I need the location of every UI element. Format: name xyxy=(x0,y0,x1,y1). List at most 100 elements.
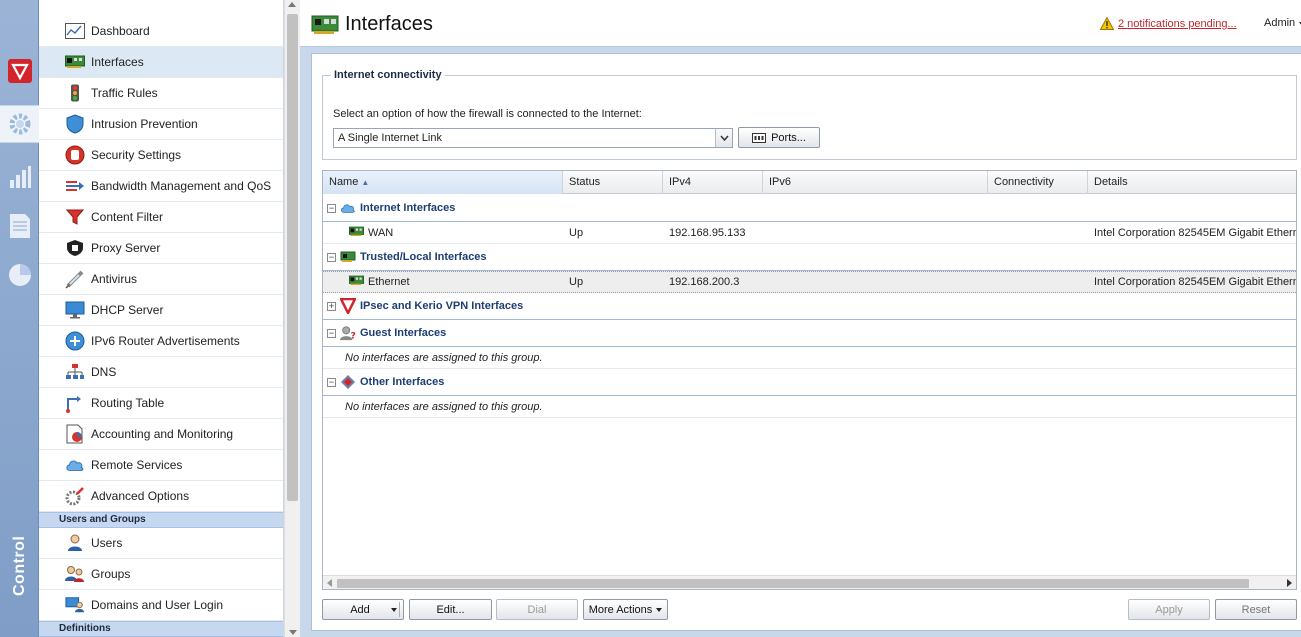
bandwidth-icon xyxy=(65,177,85,195)
sidebar-item-users[interactable]: Users xyxy=(39,528,283,559)
page-header: Interfaces 2 notifications pending... Ad… xyxy=(300,0,1301,47)
grid-horizontal-scrollbar[interactable] xyxy=(323,575,1296,589)
sidebar-item-advanced-options[interactable]: Advanced Options xyxy=(39,481,283,512)
ports-icon xyxy=(752,133,767,143)
sidebar-item-bandwidth-management-and-qos[interactable]: Bandwidth Management and QoS xyxy=(39,171,283,202)
sidebar-nav: Dashboard Interfaces Traffic Rules Intrusio… xyxy=(39,0,283,512)
cell-ipv4: 192.168.200.3 xyxy=(669,276,740,288)
connectivity-prompt: Select an option of how the firewall is … xyxy=(333,108,642,120)
group-row-internet-interfaces[interactable]: − Internet Interfaces xyxy=(323,195,1296,222)
sidebar-item-interfaces[interactable]: Interfaces xyxy=(39,47,283,78)
cell-status: Up xyxy=(569,226,584,239)
sidebar-item-groups[interactable]: Groups xyxy=(39,559,283,590)
interfaces-grid: Name ▲ Status IPv4 IPv6 Connectivity Det… xyxy=(322,170,1297,590)
edit-button[interactable]: Edit... xyxy=(409,599,492,620)
sidebar-item-label: Security Settings xyxy=(91,148,182,162)
sidebar-item-ipv6-router-advertisements[interactable]: IPv6 Router Advertisements xyxy=(39,326,283,357)
sidebar-users-nav: Users Groups Domains and User Login xyxy=(39,528,283,621)
dial-button[interactable]: Dial xyxy=(496,599,578,620)
sidebar-item-label: Interfaces xyxy=(91,55,144,69)
table-row[interactable]: Ethernet Up 192.168.200.3 Intel Corporation… xyxy=(323,271,1297,293)
rail-logs-button[interactable] xyxy=(0,207,39,245)
column-header-connectivity[interactable]: Connectivity xyxy=(988,171,1088,194)
add-button[interactable]: Add xyxy=(322,599,404,620)
table-row[interactable]: WAN Up 192.168.95.133 Intel Corporation 825… xyxy=(323,222,1297,244)
connectivity-select[interactable]: A Single Internet Link xyxy=(333,128,733,148)
sidebar-scrollbar[interactable] xyxy=(284,0,300,637)
collapse-icon[interactable]: − xyxy=(327,377,336,387)
sidebar-item-label: Intrusion Prevention xyxy=(91,117,198,131)
sidebar-item-dhcp-server[interactable]: DHCP Server xyxy=(39,295,283,326)
reset-button[interactable]: Reset xyxy=(1215,599,1297,620)
cell-details: Intel Corporation 82545EM Gigabit Ethern xyxy=(1094,276,1297,288)
more-actions-button[interactable]: More Actions xyxy=(583,599,668,620)
group-name: Other Interfaces xyxy=(360,376,445,388)
sidebar-scroll-thumb[interactable] xyxy=(287,14,298,501)
sidebar-item-label: IPv6 Router Advertisements xyxy=(91,334,240,348)
internet-connectivity-panel: Internet connectivity Select an option o… xyxy=(322,69,1297,160)
cloud-group-icon xyxy=(340,201,356,215)
sidebar-item-dashboard[interactable]: Dashboard xyxy=(39,0,283,47)
section-definitions[interactable]: Definitions xyxy=(39,621,283,637)
user-icon xyxy=(65,534,85,552)
scroll-up-arrow[interactable] xyxy=(288,2,296,7)
group-row-other-interfaces[interactable]: − Other Interfaces xyxy=(323,369,1296,396)
column-header-ipv6[interactable]: IPv6 xyxy=(763,171,988,194)
group-row-trusted-local-interfaces[interactable]: − Trusted/Local Interfaces xyxy=(323,244,1296,271)
chevron-down-icon[interactable] xyxy=(715,129,732,147)
scroll-down-arrow[interactable] xyxy=(289,630,297,635)
cell-details: Intel Corporation 82545EM Gigabit Ethern xyxy=(1094,226,1297,239)
chevron-down-icon[interactable] xyxy=(391,608,397,612)
sidebar-item-proxy-server[interactable]: Proxy Server xyxy=(39,233,283,264)
sidebar-item-dns[interactable]: DNS xyxy=(39,357,283,388)
group-row-ipsec-and-kerio-vpn-interfaces[interactable]: + IPsec and Kerio VPN Interfaces xyxy=(323,293,1296,320)
sidebar-item-label: Remote Services xyxy=(91,458,183,472)
sidebar-item-traffic-rules[interactable]: Traffic Rules xyxy=(39,78,283,109)
sidebar-item-domains-and-user-login[interactable]: Domains and User Login xyxy=(39,590,283,621)
rail-status-button[interactable] xyxy=(0,256,39,294)
group-row-guest-interfaces[interactable]: −? Guest Interfaces xyxy=(323,320,1296,347)
sidebar-item-accounting-and-monitoring[interactable]: Accounting and Monitoring xyxy=(39,419,283,450)
scroll-left-arrow[interactable] xyxy=(327,579,332,587)
column-header-details[interactable]: Details xyxy=(1088,171,1296,194)
grid-scroll-thumb[interactable] xyxy=(337,579,1249,588)
collapse-icon[interactable]: − xyxy=(327,203,336,213)
kerio-control-logo: kerioControl xyxy=(11,535,124,596)
collapse-icon[interactable]: − xyxy=(327,252,336,262)
apply-button[interactable]: Apply xyxy=(1128,599,1210,620)
column-header-name[interactable]: Name ▲ xyxy=(323,171,563,194)
collapse-icon[interactable]: − xyxy=(327,328,336,338)
sidebar-item-antivirus[interactable]: Antivirus xyxy=(39,264,283,295)
warning-icon xyxy=(1100,17,1114,30)
proxy-icon xyxy=(65,239,85,257)
sidebar: Dashboard Interfaces Traffic Rules Intrusio… xyxy=(39,0,284,637)
network-card-icon xyxy=(349,226,364,240)
column-header-ipv4[interactable]: IPv4 xyxy=(663,171,763,194)
ports-button[interactable]: Ports... xyxy=(738,127,820,148)
sidebar-item-remote-services[interactable]: Remote Services xyxy=(39,450,283,481)
pie-chart-icon xyxy=(8,264,31,286)
user-menu[interactable]: Admin xyxy=(1264,17,1301,29)
sidebar-item-security-settings[interactable]: Security Settings xyxy=(39,140,283,171)
sidebar-item-routing-table[interactable]: Routing Table xyxy=(39,388,283,419)
monitor-icon xyxy=(65,301,85,319)
user-name: Admin xyxy=(1264,17,1296,29)
expand-icon[interactable]: + xyxy=(327,301,336,311)
rail-security-button[interactable] xyxy=(0,52,39,90)
sidebar-item-label: DHCP Server xyxy=(91,303,164,317)
cell-status: Up xyxy=(569,276,584,288)
cell-name: WAN xyxy=(323,226,563,240)
interface-name: WAN xyxy=(368,226,394,239)
tools-icon xyxy=(65,487,85,506)
document-icon xyxy=(9,214,30,238)
vpn-shield-icon xyxy=(340,298,356,314)
rail-stats-button[interactable] xyxy=(0,158,39,196)
notifications[interactable]: 2 notifications pending... xyxy=(1100,17,1237,30)
column-header-status[interactable]: Status xyxy=(563,171,663,194)
sidebar-item-intrusion-prevention[interactable]: Intrusion Prevention xyxy=(39,109,283,140)
sidebar-item-label: Accounting and Monitoring xyxy=(91,427,234,441)
rail-config-button[interactable] xyxy=(0,105,39,143)
sidebar-item-content-filter[interactable]: Content Filter xyxy=(39,202,283,233)
notifications-link[interactable]: 2 notifications pending... xyxy=(1118,18,1237,30)
scroll-right-arrow[interactable] xyxy=(1287,579,1292,587)
